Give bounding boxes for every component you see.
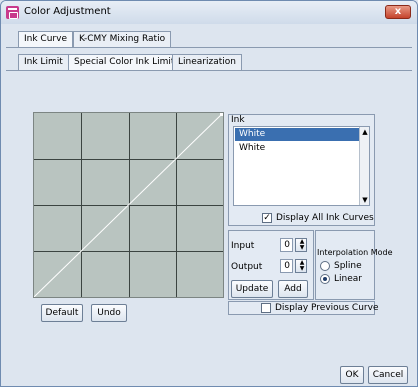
sub-tab-divider [6,70,412,71]
input-stepper[interactable]: ▲ ▼ [295,238,307,252]
output-label: Output [231,262,263,272]
top-tab-divider [6,47,412,48]
display-all-ink-curves-checkbox[interactable]: ✓ [262,213,272,223]
tab-linearization[interactable]: Linearization [172,54,242,70]
tab-ink-curve[interactable]: Ink Curve [18,31,73,48]
tab-special-color-ink-limit[interactable]: Special Color Ink Limit [68,54,181,71]
ink-list[interactable]: White White ▲ ▼ [233,126,370,206]
interpolation-mode-title: Interpolation Mode [317,248,393,257]
title-bar: Color Adjustment x [1,1,417,24]
linear-radio[interactable] [320,274,330,284]
scroll-down-icon[interactable]: ▼ [361,196,369,204]
display-previous-curve-checkbox[interactable] [261,303,271,313]
linear-label: Linear [334,274,362,284]
output-field[interactable]: 0 [280,259,293,273]
list-item[interactable]: White [235,142,359,155]
app-icon [6,6,19,19]
close-button[interactable]: x [385,5,411,19]
update-button[interactable]: Update [231,280,273,298]
window-title: Color Adjustment [24,6,111,17]
ok-button[interactable]: OK [340,366,364,384]
spline-label: Spline [334,261,362,271]
ink-curve-svg [34,113,223,297]
ink-curve-graph[interactable] [33,112,224,298]
undo-button[interactable]: Undo [91,304,127,322]
cancel-button[interactable]: Cancel [368,366,408,384]
display-previous-curve-label: Display Previous Curve [275,303,379,313]
tab-kcmy-mixing-ratio[interactable]: K-CMY Mixing Ratio [73,31,172,47]
scroll-up-icon[interactable]: ▲ [361,128,369,136]
spline-radio[interactable] [320,261,330,271]
color-adjustment-window: Color Adjustment x Ink Curve K-CMY Mixin… [0,0,418,387]
display-previous-curve-row: Display Previous Curve [228,301,379,315]
default-button[interactable]: Default [41,304,83,322]
display-all-ink-curves-label: Display All Ink Curves [276,213,374,223]
ink-panel: Ink White White ▲ ▼ ✓ Display All Ink Cu… [228,114,375,226]
ink-list-scrollbar[interactable]: ▲ ▼ [359,127,369,205]
tab-ink-limit[interactable]: Ink Limit [18,54,69,70]
input-label: Input [231,241,255,251]
add-button[interactable]: Add [278,280,308,298]
interpolation-mode-panel: Interpolation Mode Spline Linear [315,230,393,300]
curve-end-point[interactable] [220,113,223,116]
input-output-panel: Input 0 ▲ ▼ Output 0 ▲ ▼ Update Add [228,230,314,300]
stepper-down-icon[interactable]: ▼ [297,245,307,251]
list-item[interactable]: White [235,128,359,141]
input-field[interactable]: 0 [280,238,293,252]
output-stepper[interactable]: ▲ ▼ [295,259,307,273]
stepper-down-icon[interactable]: ▼ [297,266,307,272]
ink-panel-title: Ink [231,115,245,125]
